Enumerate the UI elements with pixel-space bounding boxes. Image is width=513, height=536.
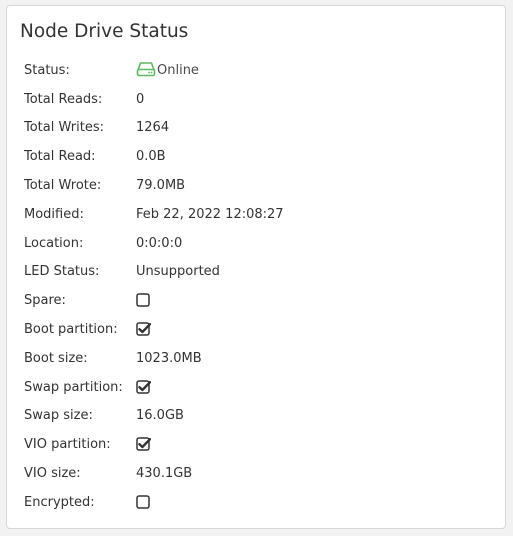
row-swap-size: Swap size: 16.0GB (24, 402, 494, 431)
vio-partition-label: VIO partition: (24, 437, 111, 453)
row-total-read: Total Read: 0.0B (24, 142, 494, 171)
spare-checkbox[interactable] (136, 293, 151, 308)
spare-label: Spare: (24, 293, 66, 309)
total-writes-value: 1264 (136, 120, 170, 136)
modified-value: Feb 22, 2022 12:08:27 (136, 206, 284, 222)
status-label: Status: (24, 62, 70, 78)
vio-size-value: 430.1GB (136, 466, 193, 482)
vio-size-label: VIO size: (24, 466, 81, 482)
total-read-value: 0.0B (136, 149, 166, 165)
modified-label: Modified: (24, 206, 84, 222)
led-status-value: Unsupported (136, 264, 220, 280)
total-wrote-value: 79.0MB (136, 178, 186, 194)
total-reads-label: Total Reads: (24, 91, 103, 107)
checkbox-checked-icon (136, 379, 152, 394)
node-drive-status-panel: Node Drive Status Status: Online Total R… (6, 5, 506, 529)
total-writes-label: Total Writes: (24, 120, 104, 136)
swap-partition-label: Swap partition: (24, 379, 123, 395)
total-reads-value: 0 (136, 91, 145, 107)
total-wrote-label: Total Wrote: (24, 178, 102, 194)
swap-partition-checkbox[interactable] (136, 379, 152, 395)
drive-properties-list: Status: Online Total Reads: 0 Total Writ… (24, 56, 494, 517)
row-vio-partition: VIO partition: (24, 430, 494, 459)
row-boot-partition: Boot partition: (24, 315, 494, 344)
total-read-label: Total Read: (24, 149, 96, 165)
led-status-label: LED Status: (24, 264, 100, 280)
vio-partition-checkbox[interactable] (136, 437, 152, 452)
encrypted-label: Encrypted: (24, 494, 95, 510)
row-total-wrote: Total Wrote: 79.0MB (24, 171, 494, 200)
checkbox-checked-icon (136, 437, 152, 451)
boot-size-label: Boot size: (24, 350, 88, 366)
row-total-writes: Total Writes: 1264 (24, 114, 494, 143)
row-location: Location: 0:0:0:0 (24, 229, 494, 258)
checkbox-empty-icon (136, 293, 150, 308)
panel-title: Node Drive Status (20, 21, 189, 42)
swap-size-label: Swap size: (24, 408, 93, 424)
row-vio-size: VIO size: 430.1GB (24, 459, 494, 488)
boot-size-value: 1023.0MB (136, 350, 202, 366)
swap-size-value: 16.0GB (136, 408, 184, 424)
location-label: Location: (24, 235, 84, 251)
row-total-reads: Total Reads: 0 (24, 85, 494, 114)
location-value: 0:0:0:0 (136, 235, 183, 251)
boot-partition-checkbox[interactable] (136, 322, 152, 337)
row-encrypted: Encrypted: (24, 488, 494, 517)
row-led-status: LED Status: Unsupported (24, 258, 494, 287)
row-status: Status: Online (24, 56, 494, 85)
status-value: Online (136, 61, 199, 78)
encrypted-checkbox[interactable] (136, 495, 151, 510)
row-modified: Modified: Feb 22, 2022 12:08:27 (24, 200, 494, 229)
hard-drive-icon (136, 61, 156, 77)
row-boot-size: Boot size: 1023.0MB (24, 344, 494, 373)
status-text: Online (157, 62, 199, 78)
boot-partition-label: Boot partition: (24, 322, 118, 338)
checkbox-checked-icon (136, 322, 152, 336)
row-swap-partition: Swap partition: (24, 373, 494, 402)
checkbox-empty-icon (136, 495, 150, 509)
row-spare: Spare: (24, 286, 494, 315)
